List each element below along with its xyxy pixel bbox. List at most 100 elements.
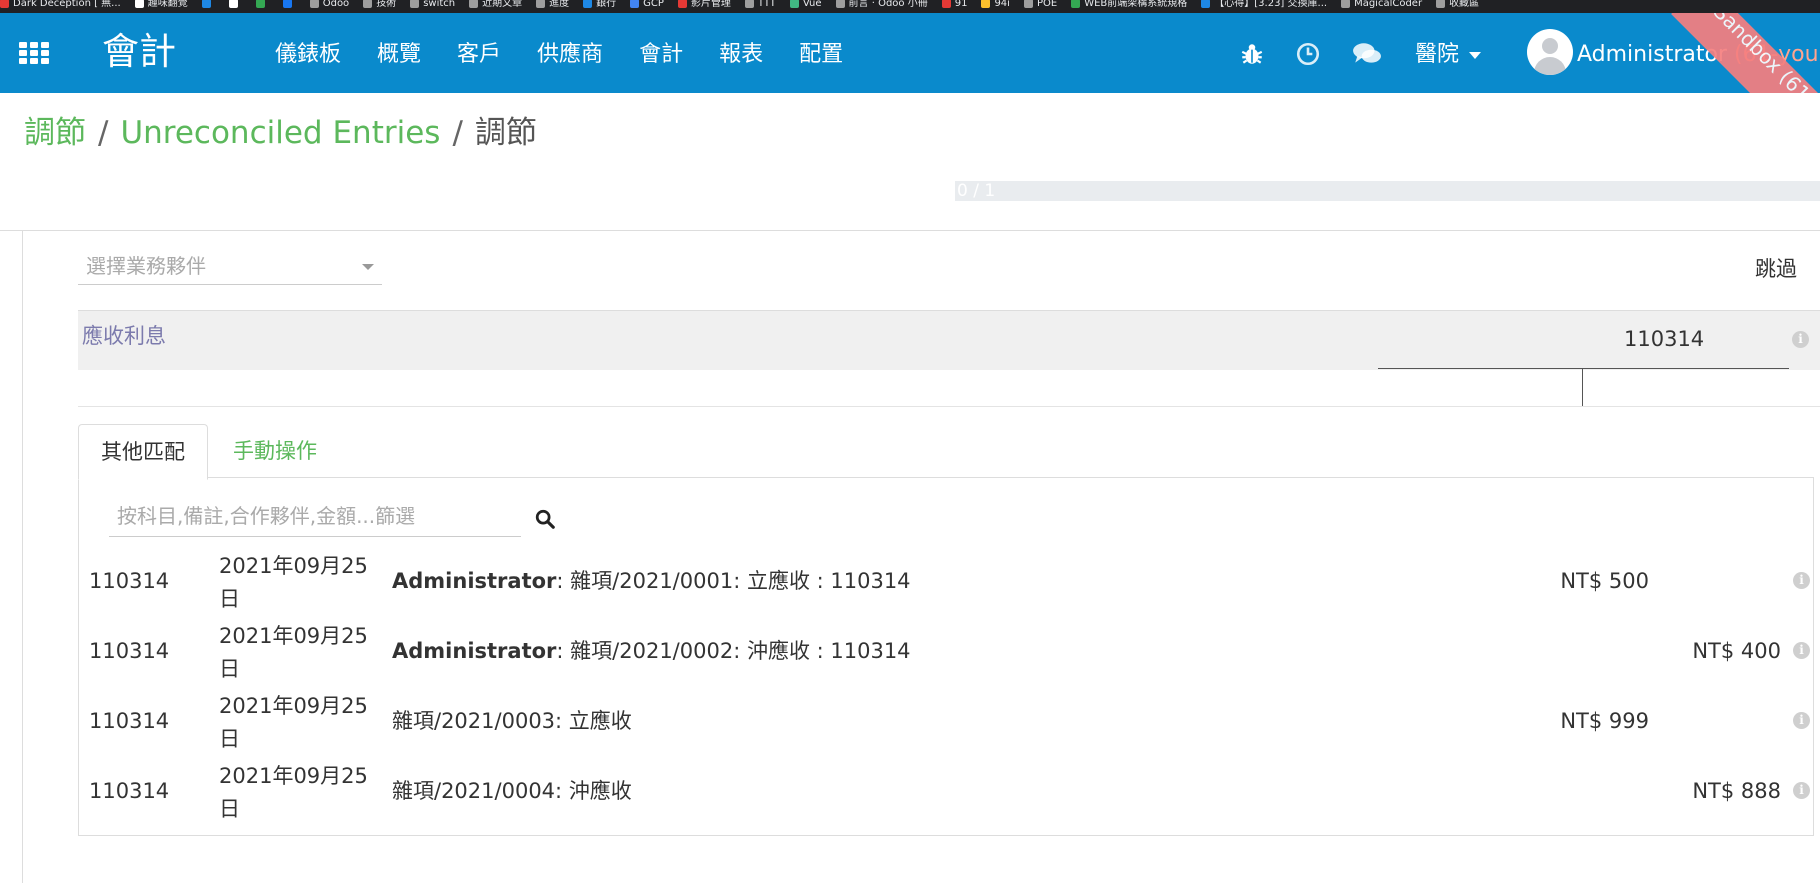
menu-item-dashboard[interactable]: 儀錶板: [275, 41, 341, 69]
main-menu: 儀錶板 概覽 客戶 供應商 會計 報表 配置: [275, 41, 879, 69]
line-label: Administrator: 雜項/2021/0002: 沖應收 : 11031…: [392, 638, 911, 664]
chat-messages-icon[interactable]: [1352, 41, 1382, 67]
info-icon[interactable]: i: [1793, 712, 1810, 729]
line-account: 110314: [89, 709, 170, 733]
bookmark-favicon-icon: [744, 0, 754, 8]
bookmark-favicon-icon: [363, 0, 373, 8]
match-lines: 110314 2021年09月25日 Administrator: 雜項/202…: [79, 548, 1813, 828]
database-name: (61-young): [1733, 42, 1820, 67]
bookmark-item[interactable]: MagicalCoder: [1341, 0, 1422, 9]
bookmark-label: 91: [954, 0, 968, 9]
bookmark-item[interactable]: [282, 0, 296, 9]
partner-placeholder: 選擇業務夥伴: [86, 254, 206, 278]
bookmark-label: 影片管理: [690, 0, 731, 9]
user-name: Administrator: [1577, 42, 1727, 67]
breadcrumb-separator: /: [452, 115, 463, 151]
match-line[interactable]: 110314 2021年09月25日 雜項/2021/0003: 立應收 NT$…: [79, 688, 1813, 758]
bookmark-label: Vue: [802, 0, 822, 9]
info-icon[interactable]: i: [1793, 642, 1810, 659]
search-icon[interactable]: [534, 508, 556, 530]
bookmark-favicon-icon: [1201, 0, 1211, 8]
bookmark-item[interactable]: 91: [941, 0, 968, 9]
bookmark-label: 進度: [549, 0, 570, 9]
match-line[interactable]: 110314 2021年09月25日 Administrator: 雜項/202…: [79, 618, 1813, 688]
menu-item-customers[interactable]: 客戶: [457, 41, 501, 69]
bookmark-item[interactable]: GCP: [630, 0, 664, 9]
bug-icon[interactable]: [1239, 41, 1265, 67]
bookmark-item[interactable]: 近期文章: [469, 0, 522, 9]
bookmark-item[interactable]: Dark Deception [ 無...: [0, 0, 121, 9]
line-label: 雜項/2021/0003: 立應收: [392, 708, 632, 734]
info-icon[interactable]: i: [1793, 782, 1810, 799]
line-ref: : 雜項/2021/0001: 立應收 : 110314: [556, 569, 911, 593]
bookmark-label: 收藏區: [1449, 0, 1480, 9]
bookmark-item[interactable]: 【心得】[3.23] 交換庫...: [1201, 0, 1327, 9]
tab-other-matches[interactable]: 其他匹配: [78, 424, 208, 480]
line-partner: Administrator: [392, 639, 557, 663]
statement-label: 應收利息: [82, 324, 166, 348]
info-icon[interactable]: i: [1793, 572, 1810, 589]
line-label: Administrator: 雜項/2021/0001: 立應收 : 11031…: [392, 568, 911, 594]
partner-select[interactable]: 選擇業務夥伴: [78, 250, 382, 285]
menu-item-vendors[interactable]: 供應商: [537, 41, 603, 69]
line-ref: 雜項/2021/0003: 立應收: [392, 709, 632, 733]
line-date: 2021年09月25日: [219, 764, 368, 821]
bookmark-item[interactable]: 前言 · Odoo 小冊: [835, 0, 928, 9]
line-date: 2021年09月25日: [219, 694, 368, 751]
statement-line[interactable]: 應收利息 110314 i: [78, 310, 1820, 370]
bookmark-item[interactable]: 影片管理: [677, 0, 731, 9]
menu-item-reports[interactable]: 報表: [719, 41, 763, 69]
bookmark-item[interactable]: 銀行: [583, 0, 616, 9]
bookmark-item[interactable]: switch: [410, 0, 455, 9]
filter-input[interactable]: [109, 498, 509, 534]
bookmark-item[interactable]: 收藏區: [1436, 0, 1479, 9]
bookmark-favicon-icon: [1023, 0, 1033, 8]
bookmark-item[interactable]: 技術: [363, 0, 396, 9]
breadcrumb-root[interactable]: 調節: [24, 115, 86, 151]
matches-panel: 110314 2021年09月25日 Administrator: 雜項/202…: [78, 477, 1814, 836]
bookmark-item[interactable]: [255, 0, 269, 9]
skip-button[interactable]: 跳過: [1755, 256, 1797, 282]
bookmark-label: switch: [423, 0, 456, 9]
menu-item-overview[interactable]: 概覽: [377, 41, 421, 69]
bookmark-label: GCP: [643, 0, 664, 9]
line-credit: NT$ 400: [1692, 639, 1781, 663]
line-credit: NT$ 888: [1692, 779, 1781, 803]
debit-credit-divider: [1378, 368, 1789, 369]
breadcrumb-unreconciled[interactable]: Unreconciled Entries: [120, 115, 440, 151]
user-menu[interactable]: Administrator (61-young): [1577, 41, 1820, 69]
bookmark-label: POE: [1036, 0, 1058, 9]
bookmark-item[interactable]: POE: [1023, 0, 1058, 9]
menu-item-accounting[interactable]: 會計: [639, 41, 683, 69]
bookmark-item[interactable]: Vue: [789, 0, 822, 9]
bookmark-item[interactable]: 趣味翻覺: [134, 0, 188, 9]
bookmark-favicon-icon: [410, 0, 420, 8]
apps-grid-icon[interactable]: [19, 42, 50, 64]
bookmark-item[interactable]: [228, 0, 242, 9]
user-avatar[interactable]: [1527, 29, 1573, 75]
bookmark-item[interactable]: 進度: [536, 0, 569, 9]
menu-item-configuration[interactable]: 配置: [799, 41, 843, 69]
line-ref: : 雜項/2021/0002: 沖應收 : 110314: [556, 639, 911, 663]
bookmark-favicon-icon: [309, 0, 319, 8]
bookmark-favicon-icon: [134, 0, 144, 8]
line-label: 雜項/2021/0004: 沖應收: [392, 778, 632, 804]
bookmark-label: WEB前端架構系統規格: [1084, 0, 1188, 9]
bookmark-label: 94i: [994, 0, 1010, 9]
bookmark-item[interactable]: WEB前端架構系統規格: [1071, 0, 1187, 9]
activity-clock-icon[interactable]: [1295, 41, 1321, 67]
bookmark-item[interactable]: TTT: [744, 0, 776, 9]
bookmark-item[interactable]: 94i: [981, 0, 1010, 9]
statement-account: 110314: [1624, 327, 1705, 351]
info-icon[interactable]: i: [1792, 331, 1809, 348]
tab-manual-operations[interactable]: 手動操作: [211, 424, 339, 478]
bookmark-item[interactable]: Odoo: [309, 0, 349, 9]
bookmark-item[interactable]: [201, 0, 215, 9]
bookmark-favicon-icon: [255, 0, 265, 8]
line-debit: NT$ 999: [1560, 709, 1649, 733]
line-account: 110314: [89, 569, 170, 593]
bookmark-label: TTT: [757, 0, 776, 9]
match-line[interactable]: 110314 2021年09月25日 Administrator: 雜項/202…: [79, 548, 1813, 618]
company-switcher[interactable]: 醫院: [1415, 41, 1482, 69]
match-line[interactable]: 110314 2021年09月25日 雜項/2021/0004: 沖應收 NT$…: [79, 758, 1813, 828]
